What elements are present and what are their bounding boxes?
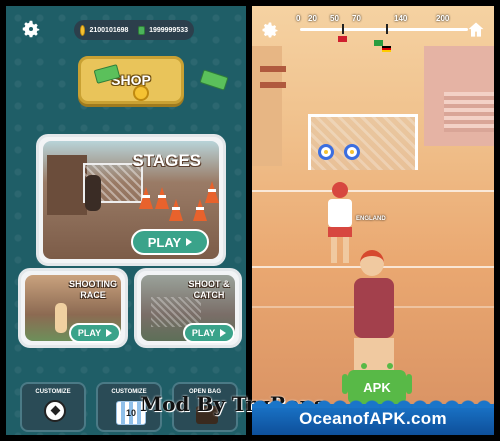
cone-icon <box>155 187 169 209</box>
player-england <box>328 182 352 263</box>
progress-marker <box>342 24 344 34</box>
progress-bar <box>300 28 468 31</box>
sign-post <box>260 66 286 72</box>
progress-tick: 70 <box>352 14 361 23</box>
progress-tick: 50 <box>330 14 339 23</box>
stages-play-button[interactable]: PLAY <box>131 229 209 255</box>
progress-tick: 200 <box>436 14 450 23</box>
goal-net <box>308 114 418 170</box>
settings-gear-icon[interactable] <box>258 18 282 42</box>
customize-ball-button[interactable]: CUSTOMIZE <box>20 382 86 432</box>
coin-icon <box>133 85 149 101</box>
progress-tick: 140 <box>394 14 408 23</box>
cash-count: 1999999533 <box>149 26 188 34</box>
progress-tick: 20 <box>308 14 317 23</box>
cone-icon <box>139 187 153 209</box>
currency-bar: 2100101698 1999999533 <box>74 20 194 40</box>
target-icon <box>344 144 360 160</box>
soccer-ball-icon <box>44 400 66 422</box>
flag-icon <box>382 46 391 52</box>
shooting-race-title: SHOOTING RACE <box>68 279 117 300</box>
apk-label: APK <box>363 380 391 395</box>
shooting-race-card[interactable]: SHOOTING RACE PLAY <box>18 268 128 348</box>
court-line <box>252 190 494 192</box>
stages-card[interactable]: STAGES PLAY <box>36 134 226 266</box>
cash-icon <box>138 25 146 35</box>
site-banner: OceanofAPK.com <box>252 396 494 435</box>
customize-label: CUSTOMIZE <box>35 389 71 395</box>
shoot-catch-play-button[interactable]: PLAY <box>183 323 235 343</box>
shoot-catch-title: SHOOT & CATCH <box>188 279 230 300</box>
progress-marker <box>386 24 388 34</box>
money-icon <box>199 69 229 91</box>
settings-gear-icon[interactable] <box>20 18 42 40</box>
shop-button[interactable]: SHOP <box>78 56 229 104</box>
stages-title: STAGES <box>132 151 201 170</box>
player-name-tag: ENGLAND <box>356 216 386 222</box>
flag-icon <box>338 36 347 42</box>
player-foreground <box>354 250 394 378</box>
play-label: PLAY <box>191 328 216 338</box>
target-icon <box>318 144 334 160</box>
cone-icon <box>169 199 183 221</box>
play-arrow-icon <box>106 329 113 337</box>
progress-tick: 0 <box>296 14 301 23</box>
play-label: PLAY <box>77 328 102 338</box>
shooting-race-play-button[interactable]: PLAY <box>69 323 121 343</box>
menu-screen: 2100101698 1999999533 SHOP STAGES PLAY S… <box>6 6 246 435</box>
coin-count: 2100101698 <box>89 26 129 34</box>
sign-post <box>260 82 286 88</box>
building <box>47 155 87 215</box>
stairs <box>444 92 494 132</box>
building <box>252 46 282 166</box>
play-arrow-icon <box>220 329 227 337</box>
player-figure <box>55 303 67 333</box>
player-figure <box>85 175 101 211</box>
play-arrow-icon <box>186 238 193 246</box>
coin-icon <box>80 24 86 36</box>
wave-decoration <box>252 396 494 408</box>
site-banner-text: OceanofAPK.com <box>299 409 447 428</box>
shoot-catch-card[interactable]: SHOOT & CATCH PLAY <box>134 268 242 348</box>
play-label: PLAY <box>147 234 182 250</box>
cone-icon <box>205 181 219 203</box>
